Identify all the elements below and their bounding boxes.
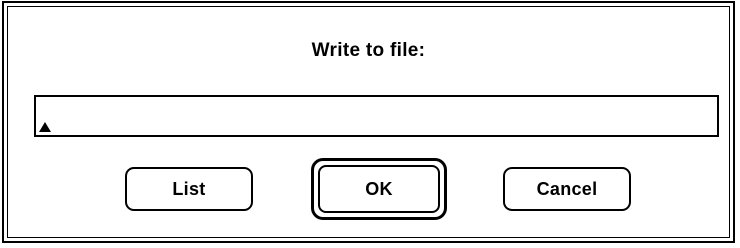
write-file-dialog: Write to file: List OK Cancel — [2, 1, 735, 243]
dialog-title: Write to file: — [311, 40, 426, 61]
ok-button-label: OK — [365, 178, 393, 199]
caret-icon — [39, 122, 51, 132]
cancel-button[interactable]: Cancel — [503, 167, 631, 211]
cancel-button-label: Cancel — [536, 178, 598, 199]
ok-button-inner: OK — [318, 165, 440, 213]
list-button-label: List — [172, 178, 206, 199]
list-button[interactable]: List — [125, 167, 253, 211]
filename-input[interactable] — [34, 95, 719, 137]
ok-button[interactable]: OK — [311, 158, 447, 220]
